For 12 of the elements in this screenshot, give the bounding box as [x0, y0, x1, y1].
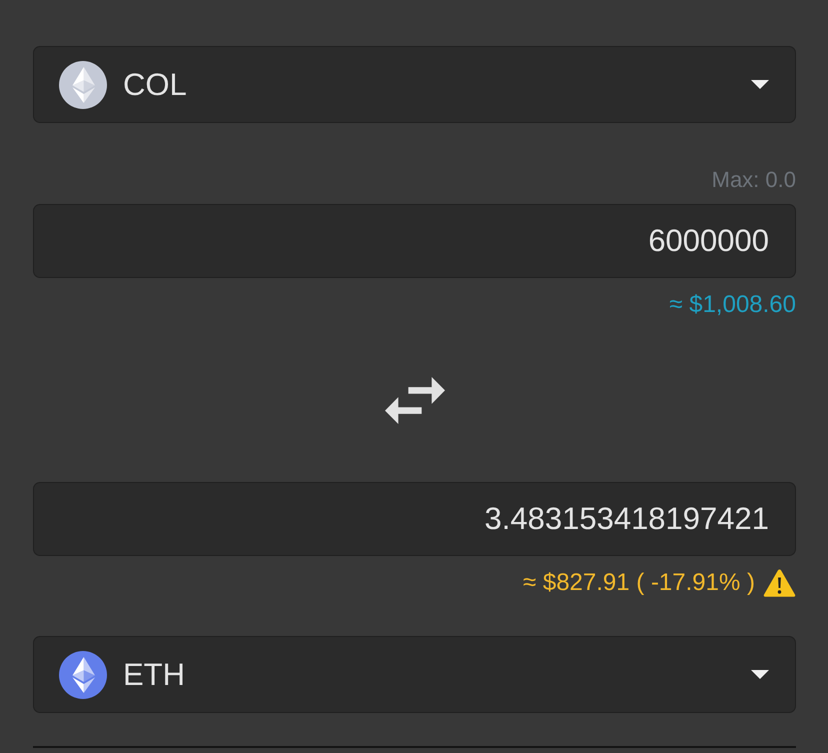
- usd-value-text: ≈ $1,008.60: [669, 291, 796, 319]
- token-select[interactable]: ETH: [33, 636, 796, 713]
- max-balance-label: Max: 0.0: [712, 167, 796, 193]
- caret-icon: [751, 80, 769, 89]
- swap-button[interactable]: [384, 377, 444, 424]
- usd-value-text: ≈ $827.91 ( -17.91% ): [523, 569, 755, 597]
- token-select[interactable]: COL: [33, 46, 796, 123]
- amount-field[interactable]: 3.483153418197421: [33, 482, 796, 556]
- swap-arrows-icon: [384, 377, 444, 424]
- caret-icon: [751, 670, 769, 679]
- amount-field[interactable]: 6000000: [33, 204, 796, 278]
- warning-icon: [763, 568, 796, 598]
